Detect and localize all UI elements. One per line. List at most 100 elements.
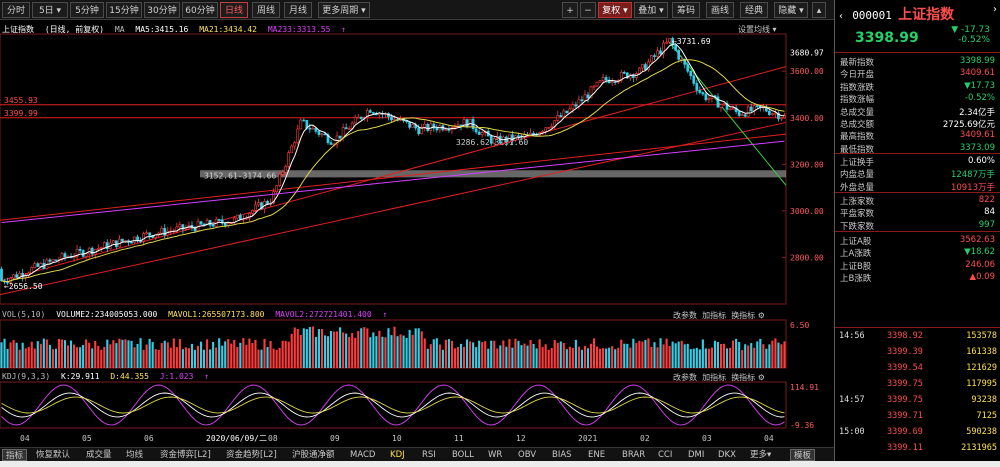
- period-weekly-button[interactable]: 周线: [252, 2, 280, 18]
- stat-value: 2.34亿手: [959, 107, 995, 118]
- tab-ma[interactable]: 均线: [126, 449, 143, 461]
- tab-more[interactable]: 更多▾: [750, 449, 771, 461]
- period-intraday-button[interactable]: 分时: [2, 2, 30, 18]
- back-arrow-icon[interactable]: ‹: [839, 11, 843, 22]
- period-5min-button[interactable]: 5分钟: [70, 2, 104, 18]
- period-monthly-button[interactable]: 月线: [284, 2, 312, 18]
- volume-bar: [635, 342, 638, 368]
- zoom-out-button[interactable]: −: [580, 2, 596, 18]
- tab-boll[interactable]: BOLL: [452, 449, 474, 461]
- tab-ene[interactable]: ENE: [588, 449, 605, 461]
- kdj-label: KDJ(9,3,3): [2, 372, 51, 381]
- candle-body: [595, 81, 599, 87]
- more-periods-button[interactable]: 更多周期 ▾: [318, 2, 370, 18]
- tab-fund-trend[interactable]: 资金趋势[L2]: [226, 449, 277, 461]
- tab-northbound[interactable]: 沪股通净额: [292, 449, 335, 461]
- volume-bar: [266, 347, 269, 368]
- volume-bar: [614, 349, 617, 368]
- level-label-3399: 3399.99: [4, 109, 38, 118]
- volume-bar: [396, 336, 399, 368]
- period-15min-button[interactable]: 15分钟: [106, 2, 142, 18]
- tab-rsi[interactable]: RSI: [422, 449, 436, 461]
- vol-change-indicator-button[interactable]: 换指标: [731, 311, 755, 320]
- tick-time: 14:56: [839, 331, 865, 341]
- kdj-change-indicator-button[interactable]: 换指标: [731, 373, 755, 382]
- candle-body: [178, 224, 182, 228]
- mavol2-value: MAVOL2:272721401.400: [275, 310, 372, 319]
- volume-bar: [456, 347, 460, 368]
- tab-dmi[interactable]: DMI: [688, 449, 704, 461]
- period-30min-button[interactable]: 30分钟: [144, 2, 180, 18]
- draw-line-button[interactable]: 画线: [706, 2, 734, 18]
- panel-divider: [835, 327, 1000, 328]
- volume-bar: [725, 348, 729, 368]
- volume-bar: [535, 348, 538, 368]
- period-5day-button[interactable]: 5日 ▾: [32, 2, 68, 18]
- tab-indicator[interactable]: 指标: [2, 449, 28, 461]
- volume-bar: [680, 340, 683, 368]
- tab-restore-default[interactable]: 恢复默认: [36, 449, 70, 461]
- volume-bar: [759, 338, 762, 368]
- kdj-edit-params-button[interactable]: 改参数: [673, 373, 697, 382]
- volume-bar: [532, 343, 535, 368]
- candle-body: [347, 128, 351, 130]
- tab-cci[interactable]: CCI: [658, 449, 672, 461]
- panel-divider: [835, 52, 1000, 53]
- tab-obv[interactable]: OBV: [518, 449, 536, 461]
- tab-volume[interactable]: 成交量: [86, 449, 112, 461]
- candle-body: [698, 89, 702, 93]
- settings-icon[interactable]: ⚙: [758, 311, 765, 320]
- hide-button[interactable]: 隐藏 ▾: [774, 2, 808, 18]
- classic-button[interactable]: 经典: [740, 2, 768, 18]
- tab-wr[interactable]: WR: [488, 449, 502, 461]
- tab-bias[interactable]: BIAS: [552, 449, 572, 461]
- date-axis-label: 10: [392, 434, 402, 443]
- tab-fund-game[interactable]: 资金博弈[L2]: [160, 449, 211, 461]
- tick-row: 3399.71 7125: [835, 411, 1000, 422]
- period-60min-button[interactable]: 60分钟: [182, 2, 218, 18]
- kline-chart-area[interactable]: 3600.00 3400.00 3200.00 3000.00 2800.00 3680.…: [0, 20, 834, 447]
- volume-bar: [269, 340, 272, 368]
- candle-body: [39, 262, 43, 267]
- stat-row: 平盘家数 84: [835, 207, 1000, 219]
- arrow-up-icon: ↑: [341, 25, 347, 34]
- tick-vol: 117995: [966, 379, 997, 389]
- volume-bar: [783, 341, 786, 368]
- index-change: -17.73: [960, 25, 990, 35]
- date-axis-label: 04: [764, 434, 774, 443]
- adjust-dropdown[interactable]: 复权 ▾: [598, 2, 632, 18]
- vol-edit-params-button[interactable]: 改参数: [673, 311, 697, 320]
- volume-bar: [363, 327, 366, 368]
- panel-divider: [835, 153, 1000, 154]
- volume-bar: [142, 349, 145, 368]
- overlay-dropdown[interactable]: 叠加 ▾: [634, 2, 668, 18]
- volume-bar: [351, 332, 354, 368]
- tab-brar[interactable]: BRAR: [622, 449, 645, 461]
- scroll-up-icon[interactable]: ▴: [812, 2, 826, 18]
- volume-bar: [48, 344, 51, 368]
- volume-bar: [526, 345, 529, 368]
- kdj-add-indicator-button[interactable]: 加指标: [702, 373, 726, 382]
- candle-body: [238, 214, 242, 220]
- settings-icon[interactable]: ⚙: [758, 373, 765, 382]
- zoom-in-button[interactable]: +: [562, 2, 578, 18]
- ma-settings-button[interactable]: 设置均线 ▾: [738, 24, 777, 35]
- template-button[interactable]: 模板: [790, 449, 816, 461]
- chips-button[interactable]: 筹码: [672, 2, 700, 18]
- forward-arrow-icon[interactable]: ›: [993, 4, 997, 15]
- volume-bar: [650, 347, 653, 368]
- period-daily-button[interactable]: 日线: [220, 2, 248, 18]
- volume-bar: [547, 349, 550, 368]
- volume-bar: [538, 339, 541, 368]
- arrow-up-icon: ↑: [382, 310, 388, 319]
- tab-macd[interactable]: MACD: [350, 449, 375, 461]
- volume-bar: [665, 338, 668, 368]
- kdj-j-value: J:1.023: [159, 372, 194, 381]
- candle-body: [737, 111, 741, 116]
- tab-kdj[interactable]: KDJ: [390, 449, 405, 461]
- stat-value: ▲0.09: [969, 272, 995, 283]
- volume-bar: [556, 342, 559, 368]
- kdj-axis-bottom: -9.36: [790, 421, 814, 430]
- vol-add-indicator-button[interactable]: 加指标: [702, 311, 726, 320]
- tab-dkx[interactable]: DKX: [718, 449, 736, 461]
